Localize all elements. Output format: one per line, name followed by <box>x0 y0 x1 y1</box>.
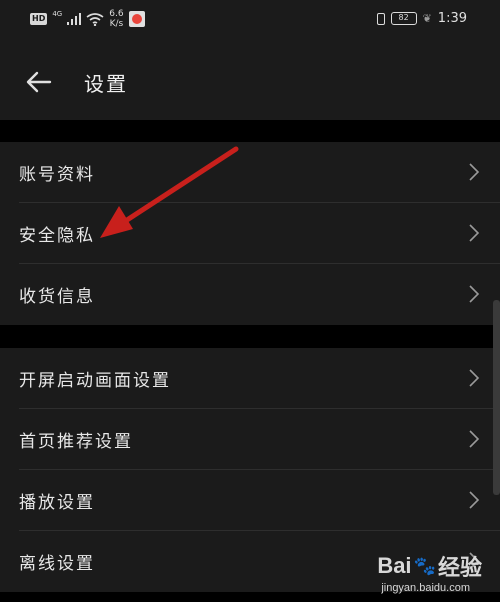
list-item-label: 账号资料 <box>19 165 95 185</box>
clock: 1:39 <box>437 11 467 26</box>
chevron-right-icon <box>469 369 480 387</box>
chevron-right-icon <box>469 163 480 181</box>
list-item-security-privacy[interactable]: 安全隐私 <box>0 203 500 264</box>
chevron-right-icon <box>469 491 480 509</box>
list-item-label: 收货信息 <box>19 287 95 307</box>
list-item-label: 离线设置 <box>19 554 95 574</box>
power-saving-leaf-icon: ❦ <box>422 12 432 25</box>
back-arrow-icon[interactable] <box>26 69 52 95</box>
list-item-label: 安全隐私 <box>19 226 95 246</box>
chevron-right-icon <box>469 224 480 242</box>
watermark-brand-left: Bai <box>377 553 412 578</box>
paw-logo-icon: 🐾 <box>413 555 436 576</box>
list-item-label: 首页推荐设置 <box>19 432 133 452</box>
app-notification-icon <box>128 11 145 27</box>
wifi-icon <box>86 12 104 26</box>
hd-badge: HD <box>30 13 48 25</box>
list-item-shipping-info[interactable]: 收货信息 <box>0 264 500 325</box>
speed-unit: K/s <box>109 19 124 29</box>
list-item-splash-screen-settings[interactable]: 开屏启动画面设置 <box>0 348 500 409</box>
watermark-url: jingyan.baidu.com <box>381 582 470 594</box>
cellular-signal-icon <box>67 13 82 25</box>
network-type: 4G <box>52 10 63 18</box>
status-bar: HD 4G 6.6 K/s 82 ❦ 1:39 <box>0 0 500 44</box>
speed-value: 6.6 <box>109 9 124 19</box>
watermark-brand-right: 经验 <box>437 555 482 580</box>
battery-icon: 82 <box>390 12 417 25</box>
chevron-right-icon <box>469 430 480 448</box>
network-speed: 6.6 K/s <box>109 9 123 29</box>
scrollbar[interactable] <box>493 300 500 495</box>
list-item-label: 播放设置 <box>19 493 95 513</box>
vibrate-icon <box>376 12 385 25</box>
settings-group-account: 账号资料 安全隐私 收货信息 <box>0 142 500 325</box>
baidu-watermark: Bai 🐾 经验 jingyan.baidu.com <box>377 550 482 594</box>
chevron-right-icon <box>469 285 480 303</box>
list-item-playback-settings[interactable]: 播放设置 <box>0 470 500 531</box>
list-item-homepage-recommend-settings[interactable]: 首页推荐设置 <box>0 409 500 470</box>
list-item-account-profile[interactable]: 账号资料 <box>0 142 500 203</box>
list-item-label: 开屏启动画面设置 <box>19 371 171 391</box>
page-title: 设置 <box>84 72 128 96</box>
app-header: 设置 <box>0 44 500 120</box>
